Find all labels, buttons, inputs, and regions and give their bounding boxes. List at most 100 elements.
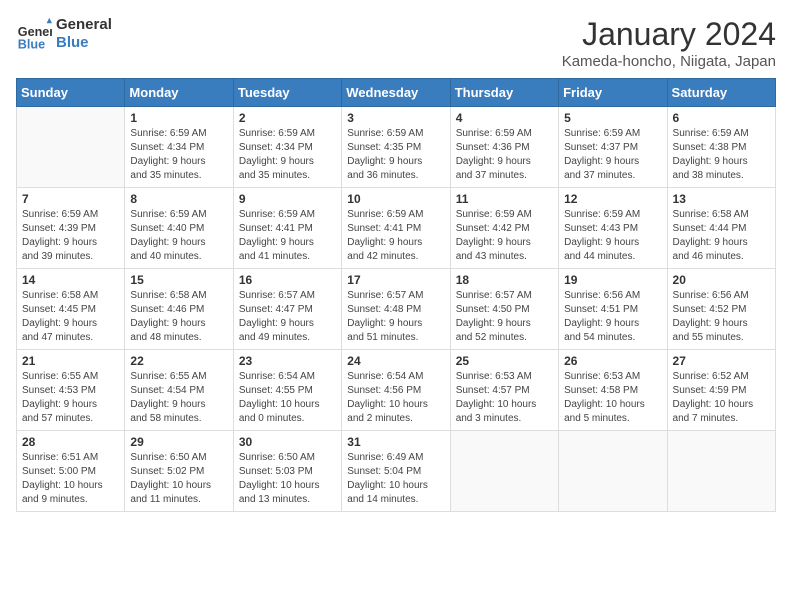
- calendar-cell: 16Sunrise: 6:57 AM Sunset: 4:47 PM Dayli…: [233, 269, 341, 350]
- calendar-cell: 15 Sunrise: 6:58 AM Sunset: 4:46 PM Dayli…: [125, 269, 233, 350]
- day-number: 21: [22, 354, 119, 368]
- col-header-sunday: Sunday: [17, 79, 125, 107]
- day-info: Sunrise: 6:57 AM Sunset: 4:47 PM Dayligh…: [239, 289, 336, 345]
- day-number: 17: [347, 273, 444, 287]
- col-header-friday: Friday: [559, 79, 667, 107]
- day-info: Sunrise: 6:59 AM Sunset: 4:40 PM Dayligh…: [130, 208, 227, 264]
- day-info: Sunrise: 6:58 AM Sunset: 4:46 PM Dayligh…: [130, 289, 227, 345]
- calendar-cell: 23Sunrise: 6:54 AM Sunset: 4:55 PM Dayli…: [233, 350, 341, 431]
- day-info: Sunrise: 6:56 AM Sunset: 4:52 PM Dayligh…: [673, 289, 770, 345]
- day-info: Sunrise: 6:59 AM Sunset: 4:39 PM Dayligh…: [22, 208, 119, 264]
- day-number: 6: [673, 111, 770, 125]
- page-subtitle: Kameda-honcho, Niigata, Japan: [562, 53, 776, 70]
- calendar-cell: 21 Sunrise: 6:55 AM Sunset: 4:53 PM Dayli…: [17, 350, 125, 431]
- day-number: 9: [239, 192, 336, 206]
- day-number: 23: [239, 354, 336, 368]
- day-info: Sunrise: 6:59 AM Sunset: 4:35 PM Dayligh…: [347, 127, 444, 183]
- day-info: Sunrise: 6:50 AM Sunset: 5:02 PM Dayligh…: [130, 451, 227, 507]
- day-number: 5: [564, 111, 661, 125]
- day-info: Sunrise: 6:55 AM Sunset: 4:53 PM Dayligh…: [22, 370, 119, 426]
- day-number: 22: [130, 354, 227, 368]
- day-number: 10: [347, 192, 444, 206]
- day-info: Sunrise: 6:57 AM Sunset: 4:48 PM Dayligh…: [347, 289, 444, 345]
- day-number: 24: [347, 354, 444, 368]
- day-number: 7: [22, 192, 119, 206]
- day-number: 15: [130, 273, 227, 287]
- day-info: Sunrise: 6:52 AM Sunset: 4:59 PM Dayligh…: [673, 370, 770, 426]
- calendar-header-row: SundayMondayTuesdayWednesdayThursdayFrid…: [17, 79, 776, 107]
- calendar-cell: 1 Sunrise: 6:59 AM Sunset: 4:34 PM Daylig…: [125, 107, 233, 188]
- day-info: Sunrise: 6:59 AM Sunset: 4:36 PM Dayligh…: [456, 127, 553, 183]
- calendar-cell: 5Sunrise: 6:59 AM Sunset: 4:37 PM Daylig…: [559, 107, 667, 188]
- col-header-tuesday: Tuesday: [233, 79, 341, 107]
- calendar-cell: 9 Sunrise: 6:59 AM Sunset: 4:41 PM Daylig…: [233, 188, 341, 269]
- day-info: Sunrise: 6:59 AM Sunset: 4:43 PM Dayligh…: [564, 208, 661, 264]
- col-header-saturday: Saturday: [667, 79, 775, 107]
- logo-text-general: General: [56, 16, 112, 34]
- calendar-cell: 10 Sunrise: 6:59 AM Sunset: 4:41 PM Dayli…: [342, 188, 450, 269]
- calendar-cell: 25 Sunrise: 6:53 AM Sunset: 4:57 PM Dayli…: [450, 350, 558, 431]
- calendar-cell: 19 Sunrise: 6:56 AM Sunset: 4:51 PM Dayli…: [559, 269, 667, 350]
- day-info: Sunrise: 6:59 AM Sunset: 4:41 PM Dayligh…: [239, 208, 336, 264]
- calendar-cell: [17, 107, 125, 188]
- calendar-cell: 27 Sunrise: 6:52 AM Sunset: 4:59 PM Dayli…: [667, 350, 775, 431]
- day-number: 29: [130, 435, 227, 449]
- day-info: Sunrise: 6:59 AM Sunset: 4:42 PM Dayligh…: [456, 208, 553, 264]
- day-number: 25: [456, 354, 553, 368]
- calendar-cell: 24 Sunrise: 6:54 AM Sunset: 4:56 PM Dayli…: [342, 350, 450, 431]
- calendar-cell: 22 Sunrise: 6:55 AM Sunset: 4:54 PM Dayli…: [125, 350, 233, 431]
- day-number: 8: [130, 192, 227, 206]
- day-number: 27: [673, 354, 770, 368]
- page-header: General Blue General Blue January 2024 K…: [16, 16, 776, 70]
- day-number: 31: [347, 435, 444, 449]
- page-title: January 2024: [562, 16, 776, 53]
- calendar-cell: 29 Sunrise: 6:50 AM Sunset: 5:02 PM Dayli…: [125, 431, 233, 512]
- day-number: 12: [564, 192, 661, 206]
- calendar-cell: 13Sunrise: 6:58 AM Sunset: 4:44 PM Dayli…: [667, 188, 775, 269]
- day-info: Sunrise: 6:59 AM Sunset: 4:34 PM Dayligh…: [239, 127, 336, 183]
- calendar-cell: 3 Sunrise: 6:59 AM Sunset: 4:35 PM Daylig…: [342, 107, 450, 188]
- day-info: Sunrise: 6:59 AM Sunset: 4:41 PM Dayligh…: [347, 208, 444, 264]
- calendar-week-row: 7 Sunrise: 6:59 AM Sunset: 4:39 PM Daylig…: [17, 188, 776, 269]
- calendar-cell: 17 Sunrise: 6:57 AM Sunset: 4:48 PM Dayli…: [342, 269, 450, 350]
- col-header-monday: Monday: [125, 79, 233, 107]
- calendar-week-row: 1 Sunrise: 6:59 AM Sunset: 4:34 PM Daylig…: [17, 107, 776, 188]
- day-number: 11: [456, 192, 553, 206]
- day-info: Sunrise: 6:58 AM Sunset: 4:44 PM Dayligh…: [673, 208, 770, 264]
- logo: General Blue General Blue: [16, 16, 112, 52]
- day-info: Sunrise: 6:53 AM Sunset: 4:57 PM Dayligh…: [456, 370, 553, 426]
- calendar-cell: 18Sunrise: 6:57 AM Sunset: 4:50 PM Dayli…: [450, 269, 558, 350]
- calendar-week-row: 21 Sunrise: 6:55 AM Sunset: 4:53 PM Dayli…: [17, 350, 776, 431]
- calendar-cell: 6Sunrise: 6:59 AM Sunset: 4:38 PM Daylig…: [667, 107, 775, 188]
- day-number: 4: [456, 111, 553, 125]
- calendar-cell: [559, 431, 667, 512]
- day-info: Sunrise: 6:58 AM Sunset: 4:45 PM Dayligh…: [22, 289, 119, 345]
- day-info: Sunrise: 6:55 AM Sunset: 4:54 PM Dayligh…: [130, 370, 227, 426]
- day-number: 14: [22, 273, 119, 287]
- col-header-thursday: Thursday: [450, 79, 558, 107]
- day-info: Sunrise: 6:54 AM Sunset: 4:56 PM Dayligh…: [347, 370, 444, 426]
- day-info: Sunrise: 6:50 AM Sunset: 5:03 PM Dayligh…: [239, 451, 336, 507]
- day-info: Sunrise: 6:59 AM Sunset: 4:34 PM Dayligh…: [130, 127, 227, 183]
- day-number: 18: [456, 273, 553, 287]
- calendar-cell: [450, 431, 558, 512]
- calendar-cell: 31Sunrise: 6:49 AM Sunset: 5:04 PM Dayli…: [342, 431, 450, 512]
- logo-text-blue: Blue: [56, 34, 112, 52]
- day-number: 30: [239, 435, 336, 449]
- day-number: 19: [564, 273, 661, 287]
- calendar-cell: [667, 431, 775, 512]
- day-info: Sunrise: 6:51 AM Sunset: 5:00 PM Dayligh…: [22, 451, 119, 507]
- calendar-cell: 28Sunrise: 6:51 AM Sunset: 5:00 PM Dayli…: [17, 431, 125, 512]
- day-info: Sunrise: 6:56 AM Sunset: 4:51 PM Dayligh…: [564, 289, 661, 345]
- calendar-cell: 30 Sunrise: 6:50 AM Sunset: 5:03 PM Dayli…: [233, 431, 341, 512]
- calendar-cell: 26Sunrise: 6:53 AM Sunset: 4:58 PM Dayli…: [559, 350, 667, 431]
- day-number: 2: [239, 111, 336, 125]
- day-number: 3: [347, 111, 444, 125]
- day-number: 1: [130, 111, 227, 125]
- title-block: January 2024 Kameda-honcho, Niigata, Jap…: [562, 16, 776, 70]
- calendar-cell: 8 Sunrise: 6:59 AM Sunset: 4:40 PM Daylig…: [125, 188, 233, 269]
- calendar-cell: 14 Sunrise: 6:58 AM Sunset: 4:45 PM Dayli…: [17, 269, 125, 350]
- calendar-table: SundayMondayTuesdayWednesdayThursdayFrid…: [16, 78, 776, 512]
- calendar-cell: 12 Sunrise: 6:59 AM Sunset: 4:43 PM Dayli…: [559, 188, 667, 269]
- calendar-cell: 2 Sunrise: 6:59 AM Sunset: 4:34 PM Daylig…: [233, 107, 341, 188]
